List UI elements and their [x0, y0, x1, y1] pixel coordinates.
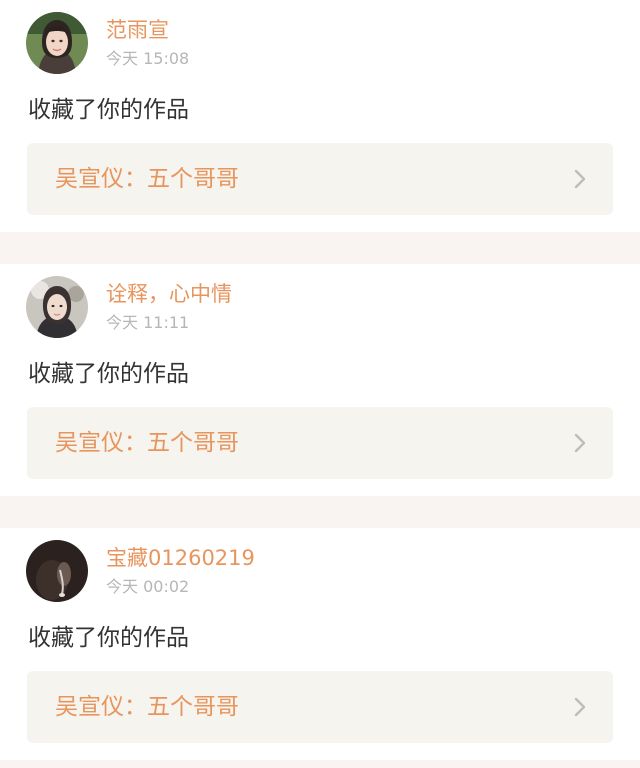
work-title: 吴宣仪：五个哥哥 — [55, 430, 239, 456]
action-text: 收藏了你的作品 — [28, 97, 189, 123]
user-avatar[interactable] — [26, 540, 88, 602]
work-link[interactable]: 吴宣仪：五个哥哥 — [27, 143, 613, 215]
user-avatar[interactable] — [26, 12, 88, 74]
notification-card: 宝藏01260219 今天 00:02 收藏了你的作品 吴宣仪：五个哥哥 — [0, 528, 640, 760]
notification-card: 范雨宣 今天 15:08 收藏了你的作品 吴宣仪：五个哥哥 — [0, 0, 640, 232]
avatar-photo-icon — [26, 540, 88, 602]
timestamp: 今天 00:02 — [106, 577, 190, 596]
timestamp: 今天 15:08 — [106, 49, 190, 68]
username[interactable]: 宝藏01260219 — [106, 544, 255, 572]
username[interactable]: 范雨宣 — [106, 16, 169, 44]
work-link[interactable]: 吴宣仪：五个哥哥 — [27, 671, 613, 743]
username[interactable]: 诠释，心中情 — [106, 280, 232, 308]
avatar-photo-icon — [26, 12, 88, 74]
timestamp: 今天 11:11 — [106, 313, 190, 332]
action-text: 收藏了你的作品 — [28, 625, 189, 651]
notification-card: 诠释，心中情 今天 11:11 收藏了你的作品 吴宣仪：五个哥哥 — [0, 264, 640, 496]
notification-feed: 范雨宣 今天 15:08 收藏了你的作品 吴宣仪：五个哥哥 诠释，心中情 今天 … — [0, 0, 640, 760]
user-avatar[interactable] — [26, 276, 88, 338]
chevron-right-icon — [573, 433, 587, 453]
chevron-right-icon — [573, 169, 587, 189]
work-title: 吴宣仪：五个哥哥 — [55, 694, 239, 720]
work-link[interactable]: 吴宣仪：五个哥哥 — [27, 407, 613, 479]
chevron-right-icon — [573, 697, 587, 717]
action-text: 收藏了你的作品 — [28, 361, 189, 387]
work-title: 吴宣仪：五个哥哥 — [55, 166, 239, 192]
avatar-photo-icon — [26, 276, 88, 338]
